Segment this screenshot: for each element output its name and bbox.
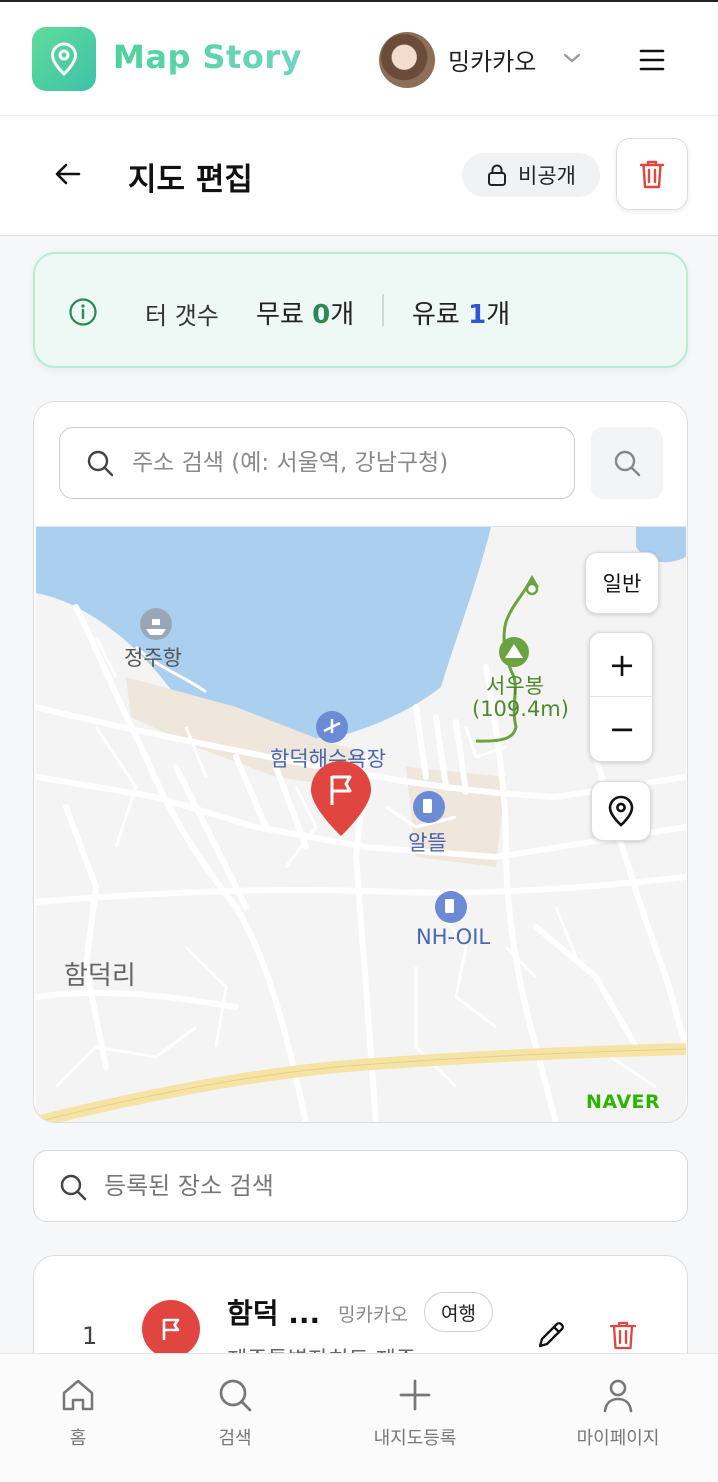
nav-search[interactable]: 검색 <box>165 1376 305 1450</box>
logo-text[interactable]: Map Story <box>113 38 302 76</box>
count-card: 터 갯수 무료 0개 유료 1개 <box>33 252 688 368</box>
nav-search-label: 검색 <box>218 1428 252 1449</box>
nav-register-label: 내지도등록 <box>373 1428 457 1449</box>
back-arrow-icon[interactable] <box>50 156 86 192</box>
trash-icon <box>639 160 665 189</box>
map-marker-icon[interactable] <box>308 759 374 839</box>
map-label-gas-station: 알뜰 <box>408 831 447 855</box>
nav-mypage-label: 마이페이지 <box>576 1428 660 1449</box>
zoom-out-button[interactable]: − <box>590 697 654 761</box>
map-card: 정주항 서우봉 (109.4m) 함덕해수욕장 알뜰 NH-OIL 함덕리 일반… <box>33 401 688 1123</box>
delete-map-button[interactable] <box>616 138 688 210</box>
place-title: 함덕 ... <box>227 1297 321 1330</box>
nav-home[interactable]: 홈 <box>8 1376 148 1450</box>
visibility-label: 비공개 <box>518 164 576 188</box>
page-titlebar: 지도 편집 비공개 <box>0 116 718 236</box>
paid-count: 유료 1개 <box>412 300 511 330</box>
trash-icon[interactable] <box>606 1318 640 1352</box>
place-marker-icon <box>142 1300 200 1358</box>
logo-icon[interactable] <box>32 27 96 91</box>
place-number: 1 <box>82 1322 98 1350</box>
search-icon <box>219 1379 252 1412</box>
page-title: 지도 편집 <box>128 162 253 198</box>
nav-mypage[interactable]: 마이페이지 <box>548 1376 688 1450</box>
address-search-button[interactable] <box>591 427 663 499</box>
map-label-port: 정주항 <box>124 646 182 670</box>
search-icon <box>614 450 641 477</box>
user-icon <box>603 1379 633 1413</box>
map-label-gas-station-2: NH-OIL <box>416 925 491 949</box>
zoom-control: + − <box>589 632 654 762</box>
bottom-navigation: 홈 검색 내지도등록 마이페이지 <box>0 1353 718 1482</box>
edit-pencil-icon[interactable] <box>534 1318 568 1352</box>
home-icon <box>62 1379 94 1411</box>
visibility-toggle-button[interactable]: 비공개 <box>462 153 600 197</box>
username[interactable]: 밍카카오 <box>448 42 536 77</box>
free-count: 무료 0개 <box>256 300 355 330</box>
hamburger-menu-icon[interactable] <box>634 42 670 78</box>
map-label-peak: 서우봉 <box>486 674 544 698</box>
nav-register-map[interactable]: 내지도등록 <box>345 1376 485 1450</box>
place-category-tag: 여행 <box>424 1292 493 1332</box>
avatar[interactable] <box>379 32 435 88</box>
current-location-button[interactable] <box>591 781 651 841</box>
search-icon <box>60 1174 87 1201</box>
map-attribution: NAVER <box>586 1091 661 1113</box>
map-view[interactable]: 정주항 서우봉 (109.4m) 함덕해수욕장 알뜰 NH-OIL 함덕리 일반… <box>36 526 686 1122</box>
place-search-box <box>33 1150 688 1222</box>
map-pin-icon <box>50 42 78 76</box>
map-type-button[interactable]: 일반 <box>585 552 659 614</box>
chevron-down-icon[interactable] <box>560 46 584 70</box>
lock-icon <box>488 164 507 186</box>
map-label-village: 함덕리 <box>64 961 136 991</box>
place-owner: 밍카카오 <box>338 1304 408 1326</box>
info-icon <box>69 298 97 326</box>
map-label-peak-height: (109.4m) <box>472 697 569 721</box>
place-search-input[interactable] <box>104 1163 664 1209</box>
address-search-input[interactable] <box>132 440 562 486</box>
plus-icon <box>399 1379 431 1411</box>
location-pin-icon <box>608 795 634 827</box>
flag-icon <box>162 1318 180 1340</box>
search-icon <box>87 450 114 477</box>
app-header: Map Story 밍카카오 <box>0 0 718 116</box>
divider <box>382 294 384 326</box>
nav-home-label: 홈 <box>69 1428 87 1449</box>
count-label: 터 갯수 <box>145 302 219 330</box>
address-search-box <box>59 427 575 499</box>
zoom-in-button[interactable]: + <box>590 633 654 697</box>
